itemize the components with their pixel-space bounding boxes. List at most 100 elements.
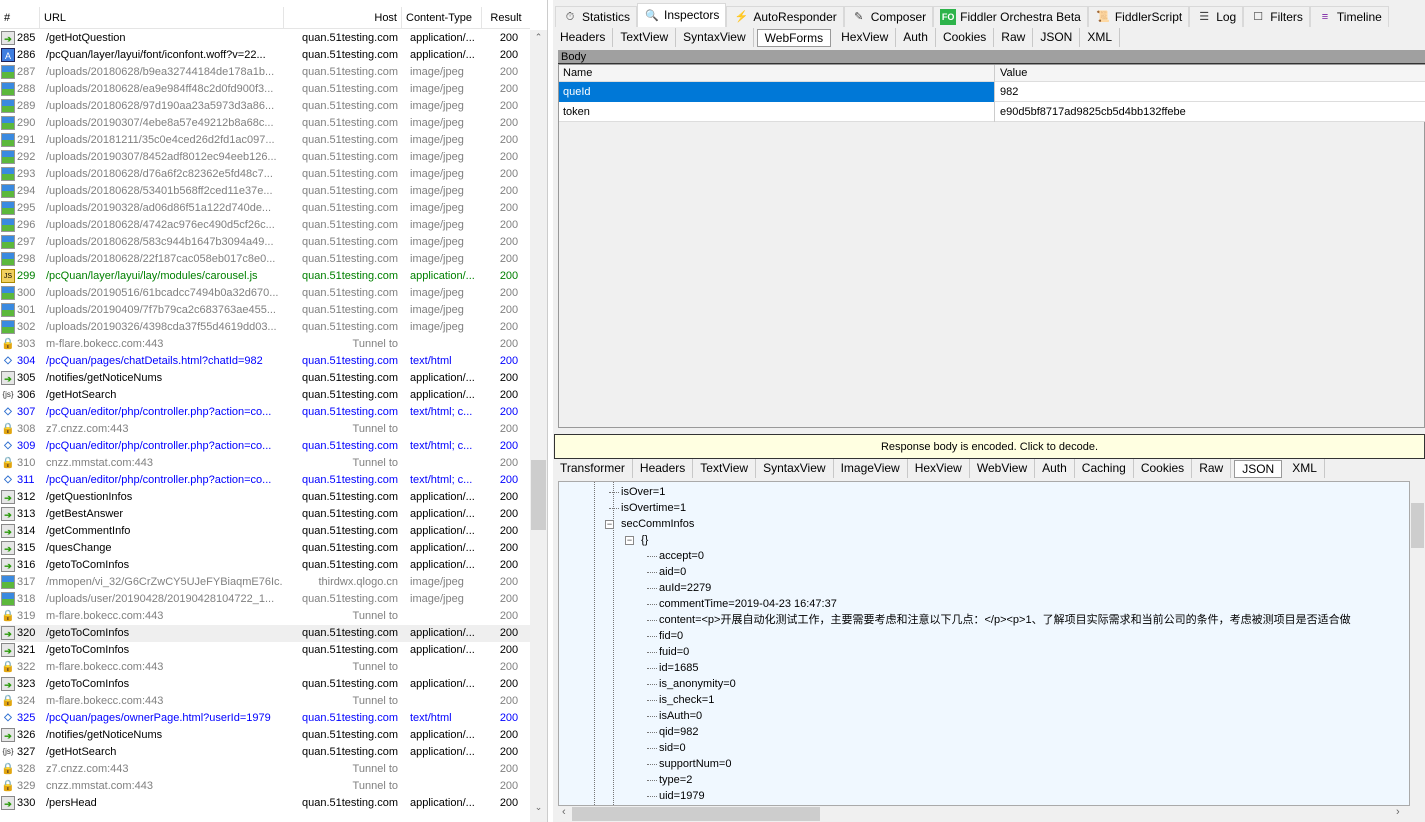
scrollbar-thumb[interactable] (531, 460, 546, 530)
scrollbar-thumb[interactable] (572, 807, 820, 821)
tab-inspectors[interactable]: 🔍 Inspectors (637, 3, 727, 27)
json-node[interactable]: fuid=0 (659, 644, 689, 660)
session-row[interactable]: ➔ 305 /notifies/getNoticeNums quan.51tes… (0, 370, 530, 387)
response-tab-imageview[interactable]: ImageView (834, 459, 908, 478)
decode-notice-bar[interactable]: Response body is encoded. Click to decod… (554, 434, 1425, 459)
request-tab-json[interactable]: JSON (1033, 28, 1081, 47)
session-row[interactable]: ◇ 309 /pcQuan/editor/php/controller.php?… (0, 438, 530, 455)
scroll-up-icon[interactable]: ⌃ (530, 32, 547, 43)
session-row[interactable]: 🔒 303 m-flare.bokecc.com:443 Tunnel to 2… (0, 336, 530, 353)
tree-hscrollbar[interactable]: ‹ › (558, 806, 1410, 822)
session-row[interactable]: ➔ 313 /getBestAnswer quan.51testing.com … (0, 506, 530, 523)
response-tab-auth[interactable]: Auth (1035, 459, 1075, 478)
tab-filters[interactable]: ☐ Filters (1243, 6, 1310, 27)
session-row[interactable]: 289 /uploads/20180628/97d190aa23a5973d3a… (0, 98, 530, 115)
json-node[interactable]: aid=0 (659, 564, 686, 580)
session-row[interactable]: 298 /uploads/20180628/22f187cac058eb017c… (0, 251, 530, 268)
json-node[interactable]: fid=0 (659, 628, 683, 644)
response-tab-xml[interactable]: XML (1285, 459, 1325, 478)
webforms-row[interactable]: queId 982 (559, 82, 1425, 102)
request-tab-syntaxview[interactable]: SyntaxView (676, 28, 754, 47)
session-row[interactable]: ➔ 316 /getoToComInfos quan.51testing.com… (0, 557, 530, 574)
session-row[interactable]: 301 /uploads/20190409/7f7b79ca2c683763ae… (0, 302, 530, 319)
sessions-scrollbar[interactable]: ⌃ ⌄ (530, 30, 547, 822)
column-header-content-type[interactable]: Content-Type (402, 7, 482, 29)
tab-timeline[interactable]: ≡ Timeline (1309, 6, 1389, 27)
json-node[interactable]: uid=1979 (659, 788, 705, 804)
json-node[interactable]: auId=2279 (659, 580, 711, 596)
tab-statistics[interactable]: ⏱ Statistics (555, 6, 638, 27)
column-header-url[interactable]: URL (40, 7, 284, 29)
scroll-right-icon[interactable]: › (1396, 806, 1400, 818)
scroll-down-icon[interactable]: ⌄ (530, 802, 547, 813)
session-row[interactable]: 300 /uploads/20190516/61bcadcc7494b0a32d… (0, 285, 530, 302)
session-row[interactable]: 288 /uploads/20180628/ea9e984ff48c2d0fd9… (0, 81, 530, 98)
response-tab-raw[interactable]: Raw (1192, 459, 1232, 478)
session-row[interactable]: 🔒 324 m-flare.bokecc.com:443 Tunnel to 2… (0, 693, 530, 710)
tab-composer[interactable]: ✎ Composer (843, 6, 934, 27)
json-node[interactable]: is_anonymity=0 (659, 676, 736, 692)
session-row[interactable]: 🔒 328 z7.cnzz.com:443 Tunnel to 200 (0, 761, 530, 778)
collapse-icon[interactable]: − (625, 536, 634, 545)
request-tab-auth[interactable]: Auth (896, 28, 936, 47)
request-tab-webforms[interactable]: WebForms (756, 29, 832, 47)
response-tab-headers[interactable]: Headers (633, 459, 694, 478)
json-node[interactable]: accept=0 (659, 548, 704, 564)
scrollbar-thumb[interactable] (1411, 503, 1424, 548)
session-row[interactable]: 297 /uploads/20180628/583c944b1647b3094a… (0, 234, 530, 251)
request-tab-xml[interactable]: XML (1080, 28, 1121, 47)
session-row[interactable]: ➔ 323 /getoToComInfos quan.51testing.com… (0, 676, 530, 693)
session-row[interactable]: ➔ 326 /notifies/getNoticeNums quan.51tes… (0, 727, 530, 744)
session-row[interactable]: 294 /uploads/20180628/53401b568ff2ced11e… (0, 183, 530, 200)
tab-autoresponder[interactable]: ⚡ AutoResponder (726, 6, 844, 27)
json-node[interactable]: is_check=1 (659, 692, 714, 708)
json-node[interactable]: qid=982 (659, 724, 698, 740)
json-node[interactable]: isOvertime=1 (621, 500, 686, 516)
response-tab-caching[interactable]: Caching (1075, 459, 1134, 478)
json-node[interactable]: commentTime=2019-04-23 16:47:37 (659, 596, 837, 612)
session-row[interactable]: 🔒 322 m-flare.bokecc.com:443 Tunnel to 2… (0, 659, 530, 676)
session-row[interactable]: 292 /uploads/20190307/8452adf8012ec94eeb… (0, 149, 530, 166)
session-row[interactable]: 296 /uploads/20180628/4742ac976ec490d5cf… (0, 217, 530, 234)
session-row[interactable]: 🔒 310 cnzz.mmstat.com:443 Tunnel to 200 (0, 455, 530, 472)
response-tab-transformer[interactable]: Transformer (553, 459, 633, 478)
request-tab-textview[interactable]: TextView (613, 28, 677, 47)
webforms-row[interactable]: token e90d5bf8717ad9825cb5d4bb132ffebe (559, 102, 1425, 122)
session-row[interactable]: 295 /uploads/20190328/ad06d86f51a122d740… (0, 200, 530, 217)
session-row[interactable]: 🔒 319 m-flare.bokecc.com:443 Tunnel to 2… (0, 608, 530, 625)
response-tab-textview[interactable]: TextView (693, 459, 757, 478)
request-tab-hexview[interactable]: HexView (834, 28, 897, 47)
column-header-host[interactable]: Host (284, 7, 402, 29)
request-tab-raw[interactable]: Raw (994, 28, 1034, 47)
scroll-left-icon[interactable]: ‹ (562, 806, 566, 818)
tab-fiddlerscript[interactable]: 📜 FiddlerScript (1087, 6, 1190, 27)
response-tab-json[interactable]: JSON (1234, 460, 1283, 478)
json-node[interactable]: {} (641, 532, 648, 548)
column-header-num[interactable]: # (0, 7, 40, 29)
json-node[interactable]: sid=0 (659, 740, 686, 756)
json-node[interactable]: content=<p>开展自动化测试工作，主要需要考虑和注意以下几点：</p><… (659, 612, 1351, 628)
json-node[interactable]: isAuth=0 (659, 708, 702, 724)
session-row[interactable]: 🔒 329 cnzz.mmstat.com:443 Tunnel to 200 (0, 778, 530, 795)
session-row[interactable]: ➔ 285 /getHotQuestion quan.51testing.com… (0, 30, 530, 47)
session-row[interactable]: {js} 327 /getHotSearch quan.51testing.co… (0, 744, 530, 761)
session-row[interactable]: ➔ 330 /persHead quan.51testing.com appli… (0, 795, 530, 812)
json-node[interactable]: supportNum=0 (659, 756, 731, 772)
json-node[interactable]: type=2 (659, 772, 692, 788)
session-row[interactable]: JS 299 /pcQuan/layer/layui/lay/modules/c… (0, 268, 530, 285)
session-row[interactable]: 317 /mmopen/vi_32/G6CrZwCY5UJeFYBiaqmE76… (0, 574, 530, 591)
request-tab-cookies[interactable]: Cookies (936, 28, 995, 47)
session-row[interactable]: ◇ 307 /pcQuan/editor/php/controller.php?… (0, 404, 530, 421)
response-tab-hexview[interactable]: HexView (908, 459, 970, 478)
session-row[interactable]: 🔒 308 z7.cnzz.com:443 Tunnel to 200 (0, 421, 530, 438)
session-row[interactable]: 293 /uploads/20180628/d76a6f2c82362e5fd4… (0, 166, 530, 183)
session-row[interactable]: A 286 /pcQuan/layer/layui/font/iconfont.… (0, 47, 530, 64)
json-node[interactable]: id=1685 (659, 660, 698, 676)
tab-log[interactable]: ☰ Log (1189, 6, 1244, 27)
response-tab-cookies[interactable]: Cookies (1134, 459, 1193, 478)
session-row[interactable]: ➔ 320 /getoToComInfos quan.51testing.com… (0, 625, 530, 642)
response-tab-webview[interactable]: WebView (970, 459, 1036, 478)
column-header-result[interactable]: Result (482, 7, 530, 29)
json-node[interactable]: isOver=1 (621, 484, 665, 500)
json-node[interactable]: secCommInfos (621, 516, 694, 532)
